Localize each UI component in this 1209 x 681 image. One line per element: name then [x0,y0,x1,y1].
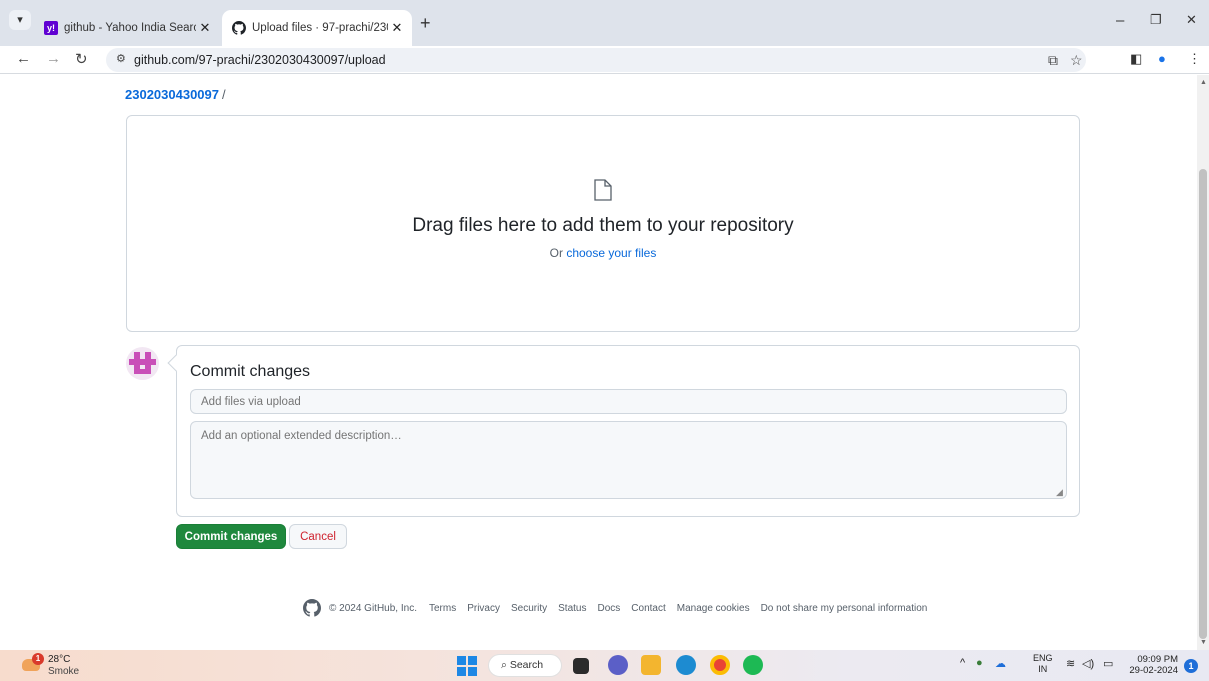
commit-summary-input[interactable] [190,389,1067,414]
bookmark-star-icon[interactable]: ☆ [1070,52,1083,69]
avatar[interactable] [126,347,159,380]
language-indicator[interactable]: ENG IN [1033,653,1053,675]
start-button[interactable] [457,656,477,676]
language-code: ENG [1033,653,1053,663]
sidepanel-icon[interactable]: ◧ [1130,51,1142,67]
window-close-icon[interactable]: ✕ [1186,12,1197,28]
dropzone-subtitle: Or choose your files [127,246,1079,260]
footer-link-do-not-share[interactable]: Do not share my personal information [761,603,928,614]
minimize-icon[interactable]: – [1116,12,1124,29]
reload-icon[interactable]: ↻ [75,50,88,68]
tab-yahoo-search[interactable]: y! github - Yahoo India Search Res ✕ [38,10,220,46]
close-icon[interactable]: ✕ [196,20,214,36]
tray-overflow-icon[interactable]: ^ [960,657,965,669]
profile-icon[interactable]: ● [1158,51,1166,66]
chrome-icon[interactable] [710,655,730,675]
edge-icon[interactable] [676,655,696,675]
yahoo-icon: y! [44,21,58,35]
footer-link-security[interactable]: Security [511,603,547,614]
weather-badge: 1 [32,653,44,665]
tab-search-button[interactable]: ▾ [9,10,31,30]
footer-link-contact[interactable]: Contact [631,603,665,614]
commit-heading: Commit changes [190,363,311,380]
page-scrollbar[interactable]: ▲ ▼ [1197,75,1209,650]
cast-icon[interactable]: ⧉ [1048,52,1058,69]
notification-badge[interactable]: 1 [1184,659,1198,673]
browser-tabstrip: ▾ y! github - Yahoo India Search Res ✕ U… [0,0,1209,46]
footer-link-docs[interactable]: Docs [597,603,620,614]
teams-icon[interactable] [608,655,628,675]
footer-link-privacy[interactable]: Privacy [467,603,500,614]
breadcrumb-repo-link[interactable]: 2302030430097 [125,87,219,102]
tray-cloud-icon[interactable]: ☁ [995,657,1006,670]
address-bar[interactable]: ⚙ github.com/97-prachi/2302030430097/upl… [106,48,1086,72]
breadcrumb-separator: / [222,87,226,102]
new-tab-button[interactable]: + [420,13,431,34]
tab-upload-files[interactable]: Upload files · 97-prachi/230203 ✕ [222,10,412,46]
file-dropzone[interactable]: Drag files here to add them to your repo… [126,115,1080,332]
wifi-icon[interactable]: ≋ [1066,657,1075,670]
url-text: github.com/97-prachi/2302030430097/uploa… [134,53,386,67]
commit-description-input[interactable] [190,421,1067,499]
resize-handle-icon[interactable]: ◢ [1056,487,1063,498]
menu-icon[interactable]: ⋮ [1188,51,1201,67]
clock-date: 29-02-2024 [1129,665,1178,676]
page-content: 2302030430097/ Drag files here to add th… [0,75,1209,650]
volume-icon[interactable]: ◁) [1082,657,1094,670]
dropzone-subtitle-prefix: Or [549,246,567,260]
battery-icon[interactable]: ▭ [1103,657,1113,670]
weather-temperature: 28°C [48,654,71,665]
tray-app-icon[interactable]: ● [976,657,983,669]
close-icon[interactable]: ✕ [388,20,406,36]
taskbar-search-label: Search [509,659,544,671]
windows-taskbar: 1 28°C Smoke ⌕ Search ^ ● ☁ ENG IN ≋ ◁) ▭… [0,650,1209,681]
github-icon [232,21,246,35]
footer-link-terms[interactable]: Terms [429,603,456,614]
browser-toolbar: ← → ↻ ⚙ github.com/97-prachi/23020304300… [0,46,1209,74]
scrollbar-thumb[interactable] [1199,169,1207,639]
restore-icon[interactable]: ❐ [1150,12,1162,28]
site-info-icon[interactable]: ⚙ [116,52,126,65]
clock-time: 09:09 PM [1137,654,1178,665]
region-code: IN [1038,664,1048,674]
footer: © 2024 GitHub, Inc. Terms Privacy Securi… [303,599,938,617]
tab-title: Upload files · 97-prachi/230203 [252,22,388,34]
breadcrumb: 2302030430097/ [125,87,226,102]
cancel-button[interactable]: Cancel [289,524,347,549]
back-icon[interactable]: ← [16,50,31,67]
tab-title: github - Yahoo India Search Res [64,22,196,34]
commit-changes-button[interactable]: Commit changes [176,524,286,549]
scroll-down-icon[interactable]: ▼ [1200,639,1207,646]
dropzone-title: Drag files here to add them to your repo… [412,215,794,236]
taskbar-search[interactable]: ⌕ Search [488,654,562,677]
spotify-icon[interactable] [743,655,763,675]
task-view-icon[interactable] [573,658,589,674]
file-explorer-icon[interactable] [641,655,661,675]
forward-icon[interactable]: → [46,50,61,67]
commit-caret [167,354,185,372]
clock[interactable]: 09:09 PM 29-02-2024 [1124,654,1178,676]
footer-link-status[interactable]: Status [558,603,586,614]
weather-condition: Smoke [48,666,80,677]
file-icon [594,179,612,201]
scroll-up-icon[interactable]: ▲ [1200,79,1207,86]
footer-copyright: © 2024 GitHub, Inc. [329,602,417,614]
github-logo-icon[interactable] [303,599,321,617]
choose-files-link[interactable]: choose your files [566,246,656,260]
commit-form: Commit changes ◢ [167,345,1080,517]
footer-link-manage-cookies[interactable]: Manage cookies [677,603,750,614]
